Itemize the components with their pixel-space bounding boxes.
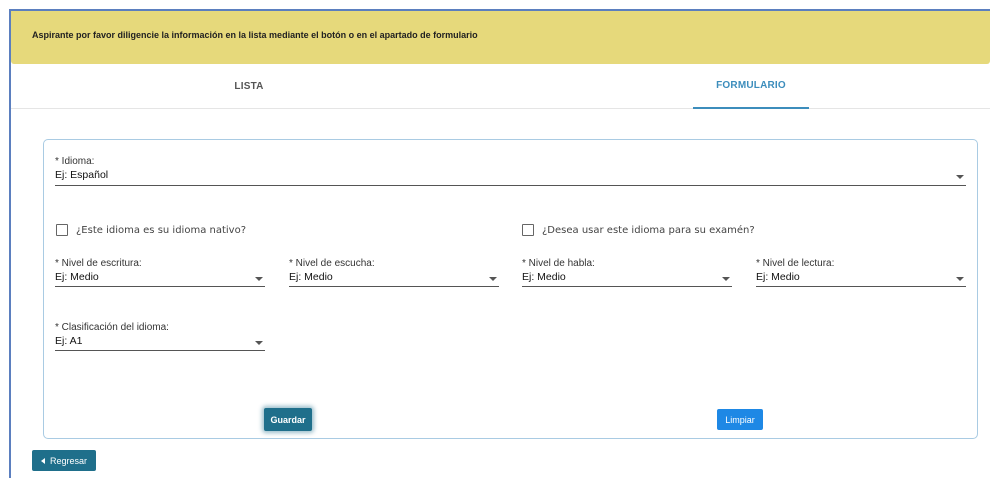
caret-down-icon [255, 341, 263, 345]
caret-down-icon [255, 277, 263, 281]
nivel-lectura-select[interactable]: * Nivel de lectura: Ej: Medio [756, 258, 966, 287]
nivel-escucha-select[interactable]: * Nivel de escucha: Ej: Medio [289, 258, 499, 287]
clasificacion-value: Ej: A1 [55, 335, 83, 347]
escritura-label: * Nivel de escritura: [55, 258, 142, 269]
caret-down-icon [722, 277, 730, 281]
habla-label: * Nivel de habla: [522, 258, 595, 269]
idioma-value: Ej: Español [55, 169, 109, 181]
info-banner: Aspirante por favor diligencie la inform… [11, 11, 990, 64]
nivel-escritura-select[interactable]: * Nivel de escritura: Ej: Medio [55, 258, 265, 287]
examen-label: ¿Desea usar este idioma para su examén? [542, 224, 755, 236]
caret-down-icon [956, 175, 964, 179]
caret-left-icon [40, 457, 45, 464]
caret-down-icon [956, 277, 964, 281]
examen-checkbox-row[interactable]: ¿Desea usar este idioma para su examén? [522, 224, 755, 236]
examen-checkbox[interactable] [522, 224, 534, 236]
tab-lista[interactable]: LISTA [189, 64, 309, 109]
nivel-habla-select[interactable]: * Nivel de habla: Ej: Medio [522, 258, 732, 287]
regresar-label: Regresar [49, 455, 87, 466]
lectura-label: * Nivel de lectura: [756, 258, 835, 269]
idioma-underline [55, 185, 966, 186]
clasificacion-underline [55, 350, 265, 351]
idioma-label: * Idioma: [55, 156, 95, 167]
habla-value: Ej: Medio [522, 271, 566, 283]
nativo-checkbox-row[interactable]: ¿Este idioma es su idioma nativo? [56, 224, 246, 236]
clasificacion-select[interactable]: * Clasificación del idioma: Ej: A1 [55, 322, 265, 351]
escritura-value: Ej: Medio [55, 271, 99, 283]
regresar-button[interactable]: Regresar [32, 450, 96, 471]
tab-formulario[interactable]: FORMULARIO [693, 64, 809, 109]
limpiar-button[interactable]: Limpiar [717, 409, 763, 430]
lectura-underline [756, 286, 966, 287]
clasificacion-label: * Clasificación del idioma: [55, 322, 169, 333]
lectura-value: Ej: Medio [756, 271, 800, 283]
language-form-card: * Idioma: Ej: Español ¿Este idioma es su… [43, 139, 978, 439]
escritura-underline [55, 286, 265, 287]
escucha-label: * Nivel de escucha: [289, 258, 375, 269]
idioma-select[interactable]: * Idioma: Ej: Español [55, 156, 966, 186]
caret-down-icon [489, 277, 497, 281]
nativo-checkbox[interactable] [56, 224, 68, 236]
nativo-label: ¿Este idioma es su idioma nativo? [76, 224, 247, 236]
escucha-value: Ej: Medio [289, 271, 333, 283]
tab-bar: LISTA FORMULARIO [11, 64, 990, 109]
banner-message: Aspirante por favor diligencie la inform… [32, 30, 478, 40]
guardar-button[interactable]: Guardar [264, 408, 312, 431]
escucha-underline [289, 286, 499, 287]
habla-underline [522, 286, 732, 287]
